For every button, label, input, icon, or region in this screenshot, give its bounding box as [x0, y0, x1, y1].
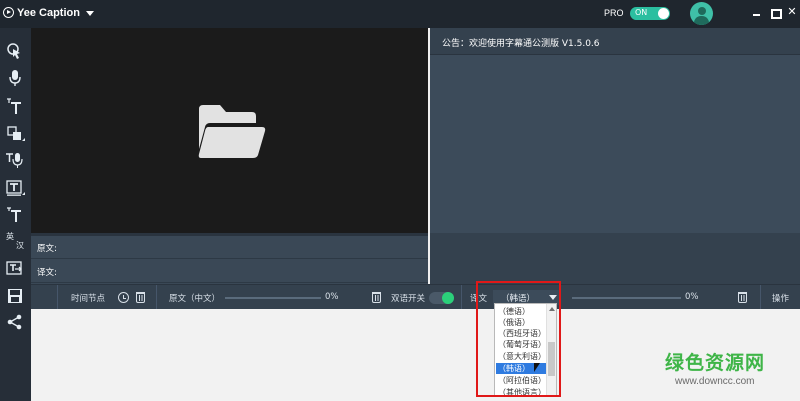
divider [156, 285, 157, 310]
app-menu-chevron-down-icon[interactable] [86, 11, 94, 16]
pro-label: PRO [604, 8, 624, 18]
source-line-label: 原文: [37, 244, 57, 254]
translation-progress-percent: 0% [685, 292, 699, 302]
video-preview[interactable] [31, 28, 428, 233]
clock-icon[interactable] [118, 292, 129, 303]
avatar-body [694, 16, 709, 25]
notice-panel: 公告：欢迎使用字幕通公测版 V1.5.0.6 [430, 28, 800, 233]
lines-right-panel [430, 233, 800, 284]
column-header-bar: 时间节点 原文（中文） 0% 双语开关 译文 （韩语） 0% 操作 [31, 284, 800, 310]
text-icon[interactable] [5, 205, 25, 225]
share-icon[interactable] [5, 312, 25, 332]
highlight-annotation-box [476, 281, 561, 397]
text-box-icon[interactable] [5, 178, 25, 198]
watermark-url: www.downcc.com [675, 376, 755, 387]
pro-toggle-text: ON [635, 8, 648, 17]
source-line-row[interactable]: 原文: [31, 236, 428, 259]
save-icon[interactable] [5, 286, 25, 306]
bilingual-label: 双语开关 [391, 294, 426, 304]
translation-line-label: 译文: [37, 268, 57, 278]
user-avatar[interactable] [690, 2, 713, 25]
delete-source-icon[interactable] [372, 292, 381, 303]
text-export-icon[interactable] [5, 259, 25, 279]
source-column-header: 原文（中文） [169, 294, 221, 304]
time-column-header: 时间节点 [71, 294, 106, 304]
minimize-icon[interactable] [751, 6, 763, 18]
source-progress-bar[interactable] [225, 297, 321, 299]
cursor-icon[interactable] [5, 41, 25, 61]
text-style-icon[interactable] [5, 96, 25, 116]
app-title: Yee Caption [17, 7, 80, 19]
translation-progress-bar[interactable] [572, 297, 681, 299]
voice-text-icon[interactable] [5, 150, 25, 170]
translate-icon[interactable]: 英 汉 [5, 232, 25, 252]
title-bar: Yee Caption PRO ON ✕ [0, 0, 800, 28]
avatar-head [697, 7, 706, 15]
open-folder-icon[interactable] [196, 103, 266, 159]
pro-toggle[interactable]: ON [630, 7, 670, 20]
notice-header: 公告：欢迎使用字幕通公测版 V1.5.0.6 [430, 28, 800, 55]
delete-time-icon[interactable] [136, 292, 145, 303]
divider [760, 285, 761, 310]
app-logo-icon [3, 7, 14, 18]
bilingual-toggle-knob [442, 292, 454, 304]
subtitle-lines: 原文: 译文: [31, 236, 428, 284]
divider [57, 285, 58, 310]
source-progress-percent: 0% [325, 292, 339, 302]
translate-top-label: 英 [6, 232, 14, 241]
action-column-header: 操作 [772, 294, 790, 304]
close-icon[interactable]: ✕ [786, 6, 798, 18]
divider [461, 285, 462, 310]
translation-line-row[interactable]: 译文: [31, 260, 428, 283]
bilingual-toggle[interactable] [429, 292, 454, 304]
maximize-icon[interactable] [769, 6, 782, 19]
shape-icon[interactable] [5, 124, 25, 144]
watermark-title: 绿色资源网 [665, 352, 766, 374]
pro-toggle-knob [658, 8, 669, 19]
notice-text: 公告：欢迎使用字幕通公测版 V1.5.0.6 [442, 39, 600, 49]
microphone-icon[interactable] [5, 68, 25, 88]
delete-translation-icon[interactable] [738, 292, 747, 303]
translate-bottom-label: 汉 [16, 241, 24, 250]
left-toolbar: 英 汉 [0, 28, 31, 401]
